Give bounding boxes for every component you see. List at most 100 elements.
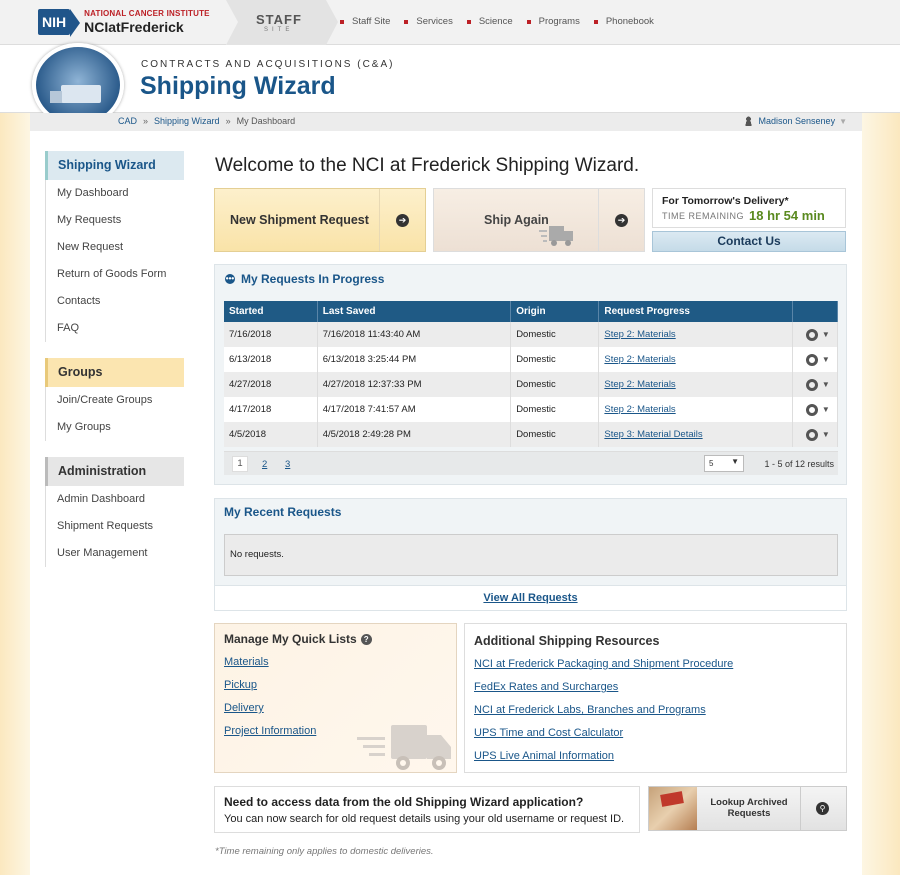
cell-last-saved: 4/17/2018 7:41:57 AM [317,397,512,422]
row-actions[interactable]: ▼ [792,422,839,447]
gear-icon[interactable] [805,378,818,391]
sidebar-item-my-requests[interactable]: My Requests [45,207,184,234]
delivery-title: For Tomorrow's Delivery* [662,195,789,207]
sidebar-item-my-groups[interactable]: My Groups [45,414,184,441]
shipping-resources-panel: Additional Shipping Resources NCI at Fre… [464,623,847,773]
breadcrumb-shipping-wizard[interactable]: Shipping Wizard [154,116,220,126]
progress-link[interactable]: Step 3: Material Details [604,429,702,440]
breadcrumb-cad[interactable]: CAD [118,116,137,126]
cell-started: 7/16/2018 [224,322,318,347]
cell-progress: Step 2: Materials [598,322,793,347]
ship-again-button[interactable]: Ship Again ➔ [433,188,645,252]
cell-last-saved: 7/16/2018 11:43:40 AM [317,322,512,347]
panel-title: My Requests In Progress [241,272,385,286]
sidebar-item-join-create-groups[interactable]: Join/Create Groups [45,387,184,414]
nav-science[interactable]: Science [466,16,513,27]
row-actions[interactable]: ▼ [792,322,839,347]
progress-link[interactable]: Step 2: Materials [604,404,675,415]
nih-logo[interactable]: NIH NATIONAL CANCER INSTITUTE NCIatFrede… [38,9,210,37]
table-row: 4/17/2018 4/17/2018 7:41:57 AM Domestic … [224,397,839,422]
cell-progress: Step 2: Materials [598,397,793,422]
progress-link[interactable]: Step 2: Materials [604,379,675,390]
chevron-down-icon: ▼ [839,116,847,126]
chevron-down-icon[interactable]: ▼ [822,405,830,414]
chevron-down-icon[interactable]: ▼ [822,430,830,439]
col-last-saved[interactable]: Last Saved [317,301,512,322]
sidebar-item-faq[interactable]: FAQ [45,315,184,342]
page-2[interactable]: 2 [262,459,267,470]
resource-link-fedex[interactable]: FedEx Rates and Surcharges [474,681,618,693]
resources-title: Additional Shipping Resources [474,634,660,648]
sidebar-item-user-management[interactable]: User Management [45,540,184,567]
col-origin[interactable]: Origin [510,301,600,322]
requests-in-progress-panel: ••• My Requests In Progress Started Last… [214,264,847,485]
archive-image [649,787,697,830]
view-all-requests-link[interactable]: View All Requests [215,585,846,610]
time-remaining-value: 18 hr 54 min [749,208,825,223]
resource-link-ups-calculator[interactable]: UPS Time and Cost Calculator [474,727,623,739]
table-row: 6/13/2018 6/13/2018 3:25:44 PM Domestic … [224,347,839,372]
quick-list-pickup[interactable]: Pickup [224,679,257,691]
quick-list-project-info[interactable]: Project Information [224,725,316,737]
new-shipment-button[interactable]: New Shipment Request ➔ [214,188,426,252]
nci-line2: NCIatFrederick [84,19,184,35]
quick-list-materials[interactable]: Materials [224,656,269,668]
page-size-select[interactable]: 5 ▼ [704,455,744,472]
chevron-down-icon[interactable]: ▼ [822,380,830,389]
row-actions[interactable]: ▼ [792,397,839,422]
sidebar-header-administration[interactable]: Administration [45,457,184,486]
row-actions[interactable]: ▼ [792,372,839,397]
user-menu[interactable]: Madison Senseney ▼ [743,116,847,126]
nav-services[interactable]: Services [404,16,453,27]
quick-list-delivery[interactable]: Delivery [224,702,264,714]
resource-link-labs[interactable]: NCI at Frederick Labs, Branches and Prog… [474,704,706,716]
col-request-progress[interactable]: Request Progress [598,301,793,322]
cell-started: 4/17/2018 [224,397,318,422]
resource-link-ups-animal[interactable]: UPS Live Animal Information [474,750,614,762]
nav-programs[interactable]: Programs [526,16,580,27]
chevron-down-icon[interactable]: ▼ [822,355,830,364]
sidebar-item-return-of-goods[interactable]: Return of Goods Form [45,261,184,288]
cell-started: 4/27/2018 [224,372,318,397]
footnote: *Time remaining only applies to domestic… [215,846,434,857]
progress-link[interactable]: Step 2: Materials [604,329,675,340]
new-shipment-label: New Shipment Request [230,213,369,227]
gear-icon[interactable] [805,403,818,416]
staff-site-badge[interactable]: STAFF SITE [226,0,338,45]
col-started[interactable]: Started [224,301,318,322]
gear-icon[interactable] [805,328,818,341]
staff-label: STAFF [256,12,302,27]
user-icon [743,116,753,126]
gear-icon[interactable] [805,353,818,366]
cell-progress: Step 2: Materials [598,372,793,397]
cell-origin: Domestic [510,372,600,397]
gear-icon[interactable] [805,428,818,441]
sidebar-header-groups[interactable]: Groups [45,358,184,387]
sidebar-item-contacts[interactable]: Contacts [45,288,184,315]
top-nav: Staff Site Services Science Programs Pho… [340,16,668,27]
cell-progress: Step 2: Materials [598,347,793,372]
contact-us-button[interactable]: Contact Us [652,231,846,252]
sidebar-item-my-dashboard[interactable]: My Dashboard [45,180,184,207]
help-icon[interactable]: ? [360,633,372,645]
row-actions[interactable]: ▼ [792,347,839,372]
panel-header[interactable]: ••• My Requests In Progress [225,272,384,286]
chevron-down-icon[interactable]: ▼ [822,330,830,339]
nav-staff-site[interactable]: Staff Site [340,16,390,27]
requests-table: Started Last Saved Origin Request Progre… [224,301,839,447]
sidebar-item-shipment-requests[interactable]: Shipment Requests [45,513,184,540]
page-1[interactable]: 1 [232,456,248,472]
sidebar-header-shipping-wizard[interactable]: Shipping Wizard [45,151,184,180]
resource-link-packaging[interactable]: NCI at Frederick Packaging and Shipment … [474,658,733,670]
quick-lists-header: Manage My Quick Lists ? [224,632,372,646]
cell-last-saved: 6/13/2018 3:25:44 PM [317,347,512,372]
page-3[interactable]: 3 [285,459,290,470]
no-requests-message: No requests. [224,534,838,576]
nav-phonebook[interactable]: Phonebook [593,16,654,27]
lookup-archived-button[interactable]: Lookup Archived Requests ⚲ [648,786,847,831]
collapse-icon[interactable]: ••• [225,274,235,284]
sidebar-item-new-request[interactable]: New Request [45,234,184,261]
sidebar-item-admin-dashboard[interactable]: Admin Dashboard [45,486,184,513]
progress-link[interactable]: Step 2: Materials [604,354,675,365]
truck-icon [539,226,573,246]
